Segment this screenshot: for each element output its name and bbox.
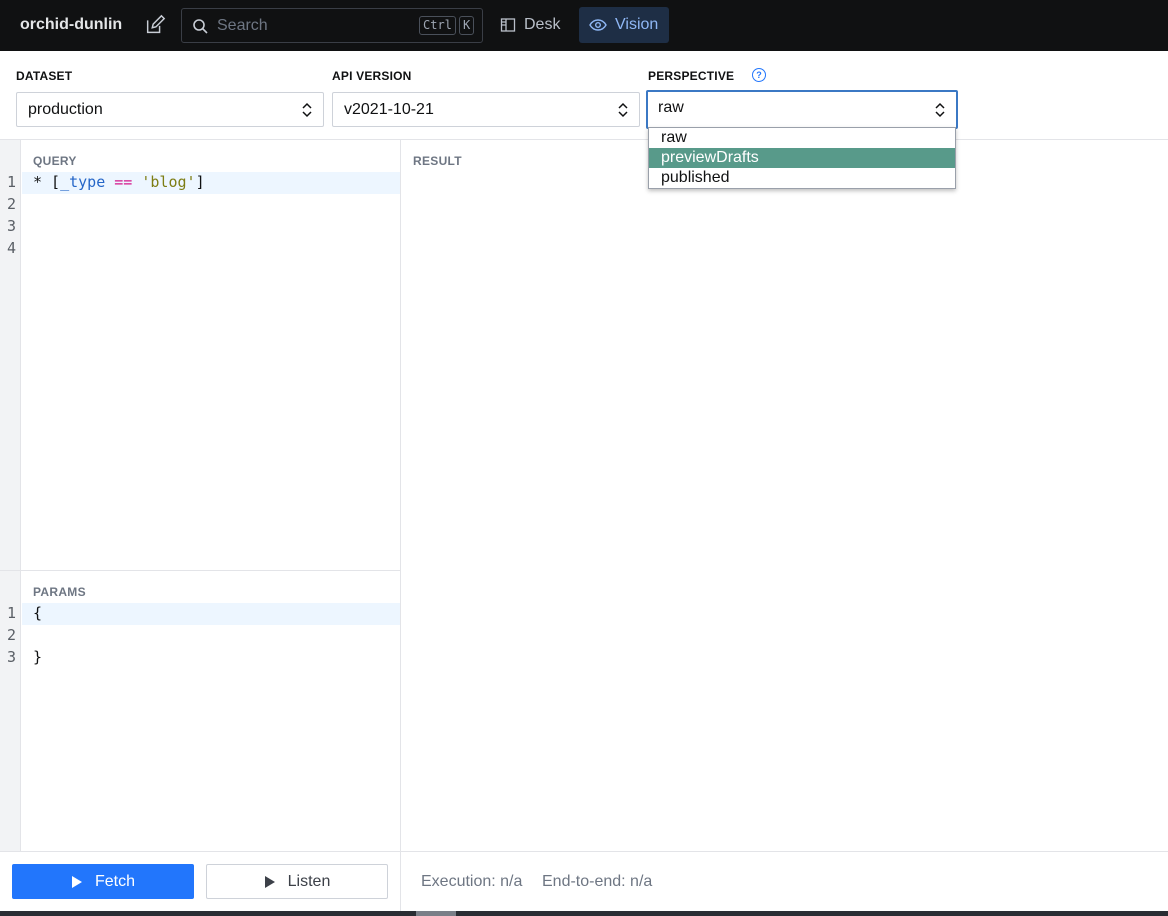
desk-icon xyxy=(500,18,516,32)
perspective-option-previewdrafts[interactable]: previewDrafts xyxy=(649,148,955,168)
horizontal-scrollbar[interactable] xyxy=(0,911,1168,916)
shortcut-ctrl-key: Ctrl xyxy=(419,16,456,35)
select-chevrons-icon xyxy=(618,102,628,118)
execution-time: Execution: n/a xyxy=(421,873,523,890)
api-version-value: v2021-10-21 xyxy=(344,101,434,118)
footer-divider xyxy=(0,851,1168,852)
code-token: 'blog' xyxy=(141,173,196,191)
result-title: RESULT xyxy=(413,154,462,168)
help-icon[interactable]: ? xyxy=(752,68,766,82)
params-active-line xyxy=(22,603,400,625)
perspective-label: PERSPECTIVE xyxy=(648,69,735,83)
fetch-button[interactable]: Fetch xyxy=(12,864,194,899)
perspective-option-raw[interactable]: raw xyxy=(649,128,955,148)
project-title[interactable]: orchid-dunlin xyxy=(20,16,122,34)
code-token: * [ xyxy=(33,173,61,191)
eye-icon xyxy=(589,19,607,31)
query-title: QUERY xyxy=(33,154,77,168)
dataset-select[interactable]: production xyxy=(16,92,324,127)
dataset-label: DATASET xyxy=(16,69,73,83)
perspective-dropdown: raw previewDrafts published xyxy=(648,127,956,189)
scrollbar-thumb[interactable] xyxy=(416,911,456,916)
pane-divider[interactable] xyxy=(400,140,401,916)
select-chevrons-icon xyxy=(302,102,312,118)
compose-icon[interactable] xyxy=(144,14,166,36)
line-number: 4 xyxy=(7,239,17,257)
tool-desk-label: Desk xyxy=(524,16,561,33)
line-number: 3 xyxy=(7,648,17,666)
api-version-select[interactable]: v2021-10-21 xyxy=(332,92,640,127)
query-params-divider[interactable] xyxy=(0,570,400,571)
query-editor[interactable]: * [_type == 'blog'] xyxy=(33,173,205,191)
end-to-end-time: End-to-end: n/a xyxy=(542,873,653,890)
search-box[interactable]: Search Ctrl K xyxy=(181,8,483,43)
listen-label: Listen xyxy=(287,872,331,890)
line-number: 1 xyxy=(7,173,17,191)
params-title: PARAMS xyxy=(33,585,86,599)
header-divider xyxy=(0,139,1168,140)
line-number: 2 xyxy=(7,195,17,213)
code-token: == xyxy=(114,173,133,191)
line-number: 3 xyxy=(7,217,17,235)
api-version-label: API VERSION xyxy=(332,69,412,83)
search-placeholder: Search xyxy=(217,17,268,34)
perspective-value: raw xyxy=(658,99,684,116)
listen-button[interactable]: Listen xyxy=(206,864,388,899)
line-number: 1 xyxy=(7,604,17,622)
play-icon xyxy=(71,875,82,888)
perspective-option-published[interactable]: published xyxy=(649,168,955,188)
params-line: { xyxy=(33,604,43,622)
fetch-label: Fetch xyxy=(94,872,135,890)
top-navigation-bar: orchid-dunlin Search Ctrl K Desk Vision xyxy=(0,0,1168,51)
perspective-select[interactable]: raw xyxy=(646,90,958,129)
params-gutter: 1 2 3 xyxy=(0,571,21,851)
select-chevrons-icon xyxy=(935,102,945,118)
dataset-value: production xyxy=(28,101,103,118)
tool-vision[interactable]: Vision xyxy=(579,7,669,43)
code-token: ] xyxy=(195,173,205,191)
line-number: 2 xyxy=(7,626,17,644)
query-gutter: 1 2 3 4 xyxy=(0,140,21,570)
tool-desk[interactable]: Desk xyxy=(490,7,572,43)
play-icon xyxy=(264,875,275,888)
params-line: } xyxy=(33,648,43,666)
tool-vision-label: Vision xyxy=(615,16,659,33)
search-icon xyxy=(193,19,208,34)
code-token: _type xyxy=(60,173,106,191)
shortcut-k-key: K xyxy=(459,16,475,35)
